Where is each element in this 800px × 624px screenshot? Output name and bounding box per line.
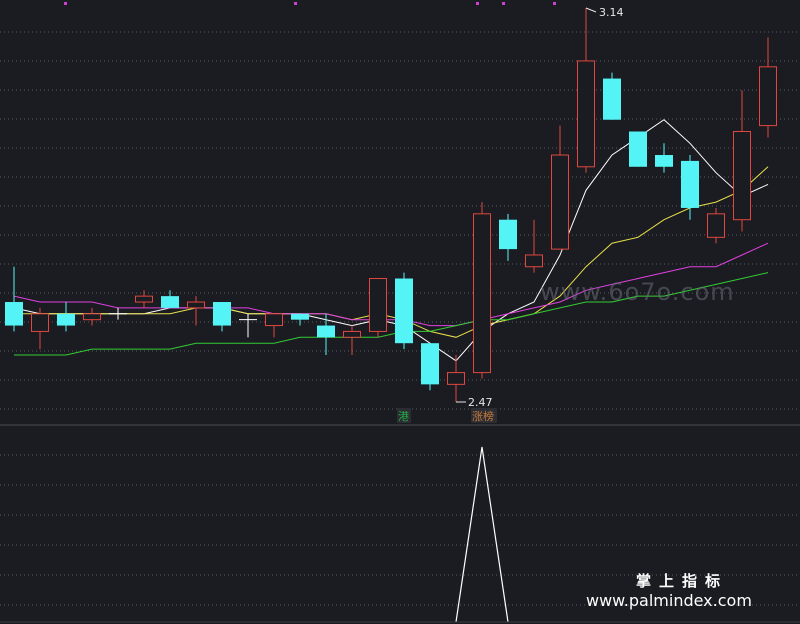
candle-body	[421, 343, 439, 385]
candle-body	[395, 278, 413, 344]
watermark-text: www.6o7o.com	[540, 278, 735, 306]
brand-url: www.palmindex.com	[586, 591, 752, 610]
candle-body	[213, 302, 231, 326]
candle	[421, 343, 439, 391]
event-tag: 港	[397, 408, 411, 423]
high-price-label: 3.14	[599, 6, 624, 19]
candle	[395, 272, 413, 350]
event-tag: 涨榜	[471, 408, 497, 423]
candle-body	[161, 296, 179, 308]
candle-body	[525, 254, 543, 268]
candle-body	[57, 313, 75, 326]
stock-chart: 3.14 2.47 港 涨榜 www.6o7o.com 掌上指标 www.palm…	[0, 0, 800, 624]
low-price-label: 2.47	[468, 396, 493, 409]
candle-body	[759, 66, 777, 127]
top-marker	[476, 2, 479, 5]
candle-body	[447, 372, 465, 385]
candle-body	[5, 302, 23, 326]
candle-body	[681, 160, 699, 208]
candle-body	[31, 313, 49, 332]
candle-body	[655, 155, 673, 167]
candle	[369, 278, 387, 338]
candle-body	[629, 131, 647, 167]
candle-body	[317, 325, 335, 338]
candle-body	[473, 213, 491, 374]
event-tag-text: 港	[398, 410, 409, 423]
brand-title: 掌上指标	[636, 572, 728, 590]
candle-body	[707, 213, 725, 238]
candle-body	[603, 78, 621, 120]
candle-body	[187, 301, 205, 309]
top-marker	[294, 2, 297, 5]
top-marker	[64, 2, 67, 5]
candle-body	[265, 313, 283, 327]
candle-body	[369, 278, 387, 332]
candle	[629, 131, 647, 167]
candle-body	[551, 154, 569, 250]
candle-body	[83, 313, 101, 321]
top-marker	[502, 2, 505, 5]
top-marker	[553, 2, 556, 5]
candle-body	[733, 130, 751, 221]
candle-body	[291, 313, 309, 320]
candle-body	[499, 219, 517, 250]
candle-body	[577, 60, 595, 168]
candle	[603, 72, 621, 120]
candle	[473, 202, 491, 379]
candle-body	[343, 330, 361, 338]
candle-body	[135, 295, 153, 303]
event-tag-text: 涨榜	[472, 409, 494, 423]
